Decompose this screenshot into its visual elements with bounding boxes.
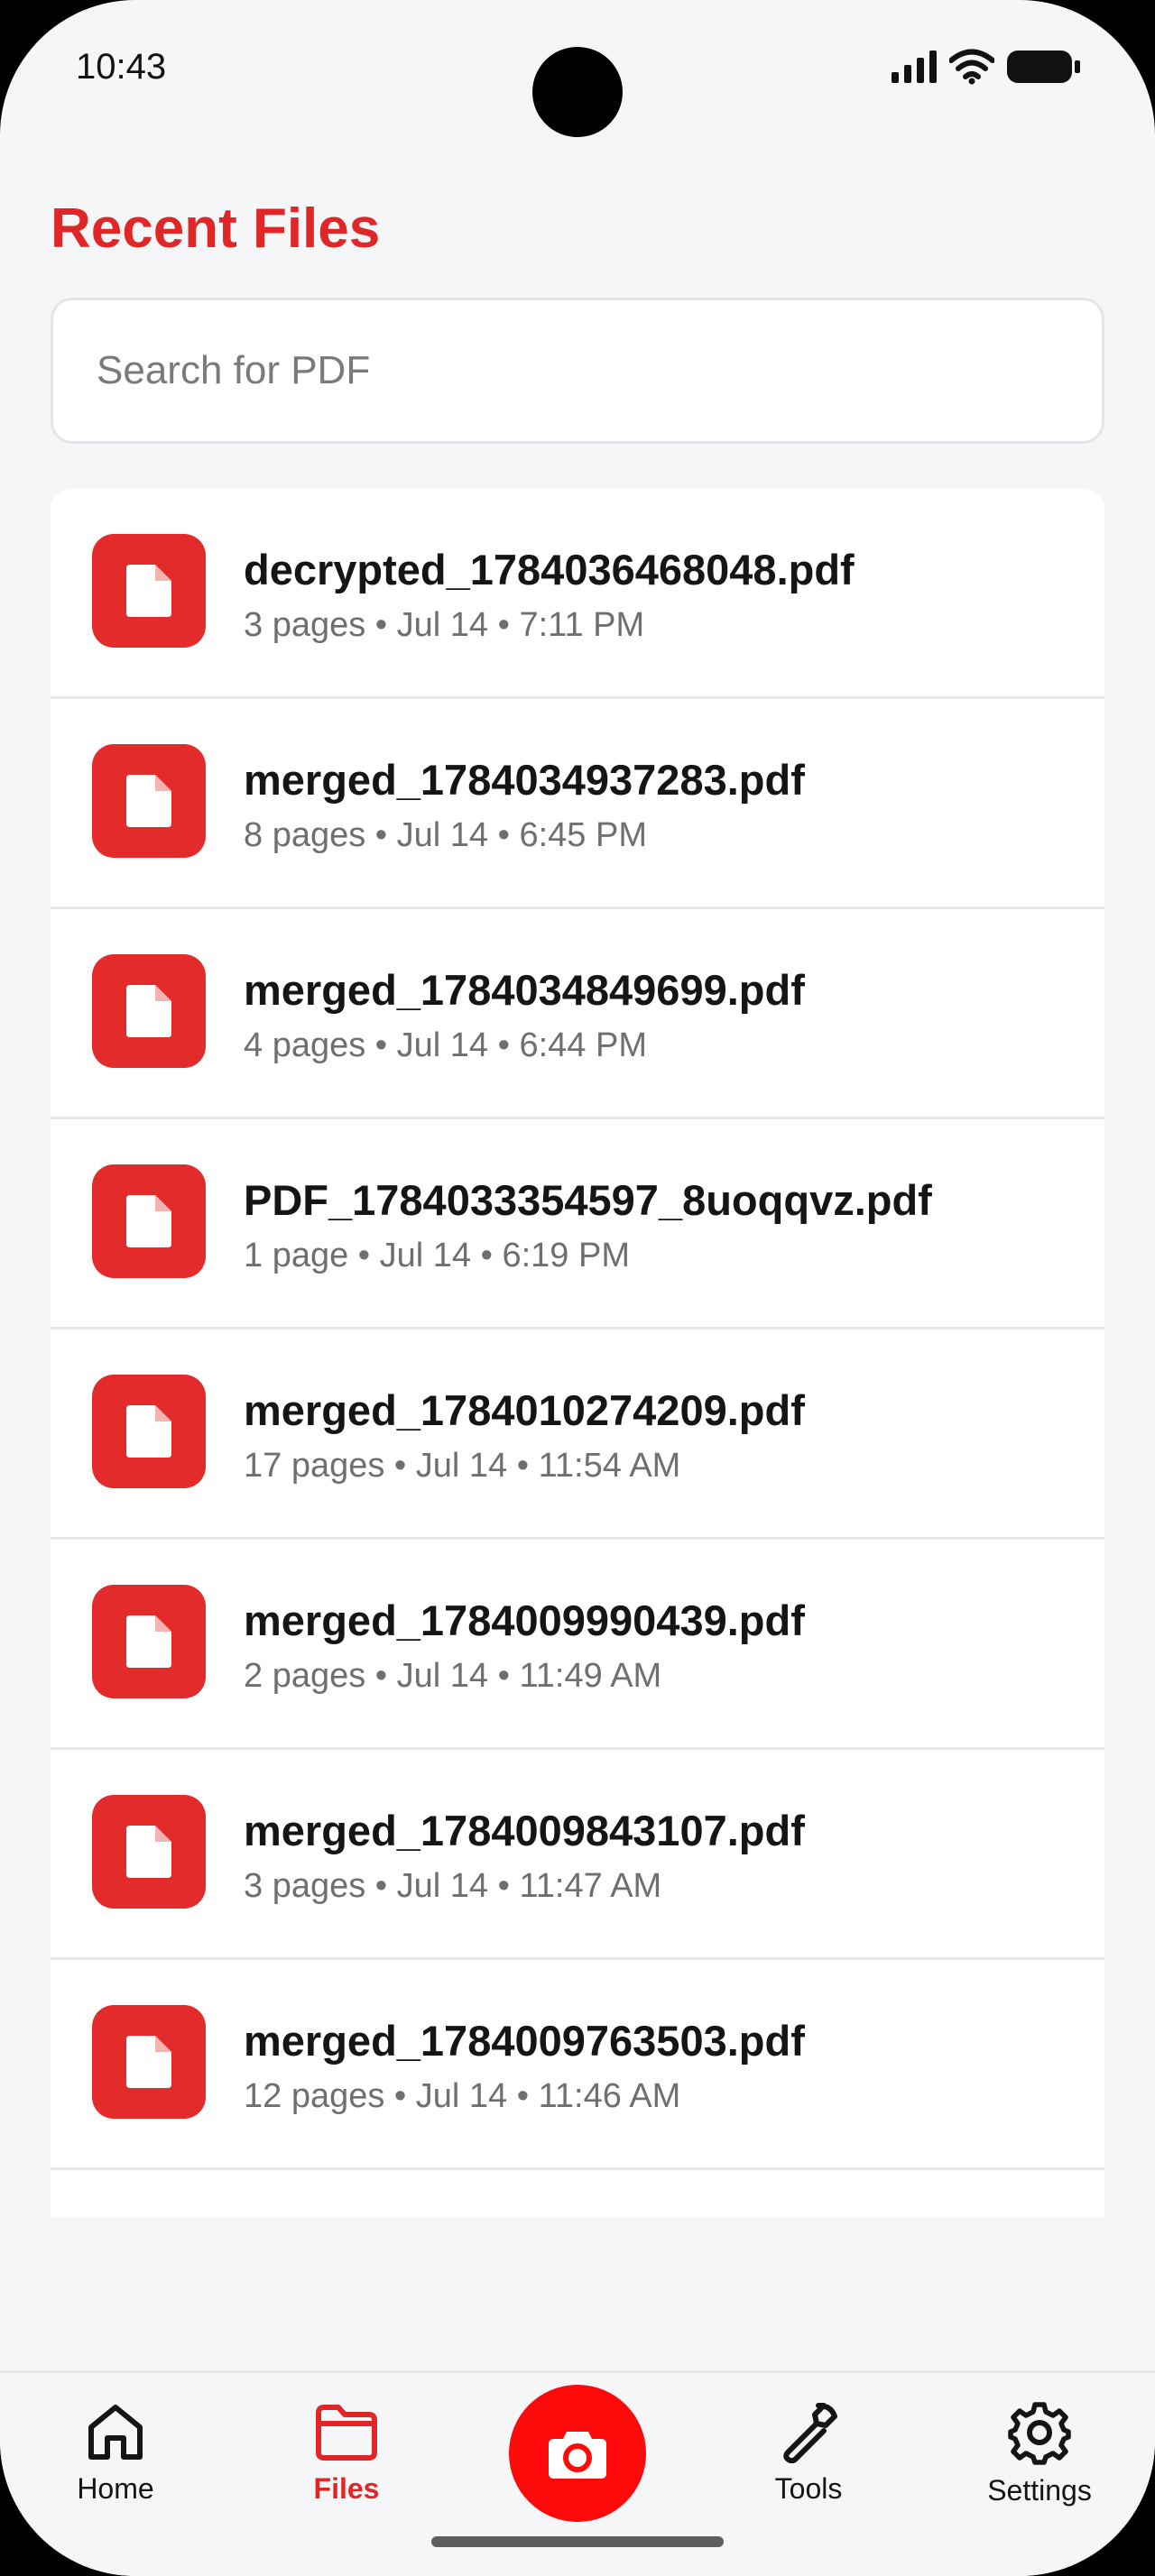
cell-signal-icon bbox=[892, 51, 937, 83]
file-meta: 1 page • Jul 14 • 6:19 PM bbox=[244, 1237, 630, 1274]
file-meta: 4 pages • Jul 14 • 6:44 PM bbox=[244, 1026, 647, 1064]
file-row[interactable]: merged_1784034937283.pdf 8 pages • Jul 14… bbox=[51, 699, 1104, 909]
status-time: 10:43 bbox=[76, 47, 167, 87]
document-icon bbox=[126, 2036, 171, 2088]
pdf-file-icon bbox=[92, 534, 206, 648]
status-icons bbox=[892, 49, 1081, 85]
nav-files-label: Files bbox=[313, 2472, 380, 2505]
file-meta: 3 pages • Jul 14 • 11:47 AM bbox=[244, 1867, 662, 1905]
file-row[interactable]: merged_1784009990439.pdf 2 pages • Jul 14… bbox=[51, 1540, 1104, 1750]
file-row[interactable]: merged_1784034849699.pdf 4 pages • Jul 14… bbox=[51, 909, 1104, 1119]
pdf-file-icon bbox=[92, 1585, 206, 1698]
file-meta: 2 pages • Jul 14 • 11:49 AM bbox=[244, 1657, 662, 1695]
file-meta: 12 pages • Jul 14 • 11:46 AM bbox=[244, 2077, 681, 2115]
document-icon bbox=[126, 1195, 171, 1247]
home-icon bbox=[88, 2405, 143, 2460]
home-indicator bbox=[431, 2536, 724, 2547]
wrench-icon bbox=[783, 2403, 837, 2463]
file-row[interactable]: merged_1784010274209.pdf 17 pages • Jul 1… bbox=[51, 1329, 1104, 1540]
wifi-icon bbox=[949, 49, 994, 85]
file-name: merged_1784034937283.pdf bbox=[244, 756, 805, 804]
nav-files[interactable]: Files bbox=[256, 2400, 437, 2506]
file-meta: 17 pages • Jul 14 • 11:54 AM bbox=[244, 1447, 681, 1485]
pdf-file-icon bbox=[92, 1164, 206, 1278]
nav-tools-label: Tools bbox=[774, 2472, 843, 2505]
pdf-file-icon bbox=[92, 1375, 206, 1488]
nav-home-label: Home bbox=[77, 2472, 154, 2505]
file-name: merged_1784034849699.pdf bbox=[244, 966, 805, 1014]
battery-icon bbox=[1007, 51, 1080, 83]
camera-scan-button[interactable] bbox=[509, 2385, 646, 2522]
camera-icon bbox=[549, 2432, 606, 2479]
pdf-file-icon bbox=[92, 954, 206, 1068]
document-icon bbox=[126, 565, 171, 617]
nav-home[interactable]: Home bbox=[25, 2400, 206, 2506]
pdf-file-icon bbox=[92, 1795, 206, 1909]
search-input[interactable] bbox=[53, 300, 1102, 441]
document-icon bbox=[126, 1826, 171, 1878]
document-icon bbox=[126, 775, 171, 827]
file-name: merged_1784009990439.pdf bbox=[244, 1596, 805, 1644]
file-name: merged_1784009763503.pdf bbox=[244, 2017, 805, 2065]
file-row[interactable]: merged_1784009763503.pdf 12 pages • Jul 1… bbox=[51, 1960, 1104, 2170]
file-meta: 8 pages • Jul 14 • 6:45 PM bbox=[244, 816, 647, 854]
file-row[interactable]: merged_1784009843107.pdf 3 pages • Jul 14… bbox=[51, 1750, 1104, 1960]
folder-icon bbox=[316, 2405, 377, 2461]
file-name: merged_1784009843107.pdf bbox=[244, 1807, 805, 1854]
pdf-file-icon bbox=[92, 744, 206, 858]
file-meta: 3 pages • Jul 14 • 7:11 PM bbox=[244, 606, 645, 644]
nav-tools[interactable]: Tools bbox=[718, 2400, 899, 2506]
nav-settings[interactable]: Settings bbox=[949, 2400, 1130, 2507]
document-icon bbox=[126, 985, 171, 1037]
document-icon bbox=[126, 1615, 171, 1668]
file-row[interactable]: decrypted_1784036468048.pdf 3 pages • Jul… bbox=[51, 489, 1104, 699]
phone-screen: 10:43 Recent Files decrypted_17840364680… bbox=[0, 0, 1155, 2576]
gear-icon bbox=[1008, 2402, 1071, 2465]
file-name: merged_1784010274209.pdf bbox=[244, 1386, 805, 1434]
file-name: decrypted_1784036468048.pdf bbox=[244, 546, 855, 593]
file-row[interactable]: PDF_1784033354597_8uoqqvz.pdf 1 page • Ju… bbox=[51, 1119, 1104, 1329]
search-box bbox=[51, 298, 1104, 444]
page-title: Recent Files bbox=[51, 198, 381, 260]
nav-settings-label: Settings bbox=[987, 2474, 1092, 2507]
pdf-file-icon bbox=[92, 2005, 206, 2119]
document-icon bbox=[126, 1405, 171, 1458]
front-camera-cutout bbox=[532, 47, 623, 137]
file-name: PDF_1784033354597_8uoqqvz.pdf bbox=[244, 1176, 932, 1224]
file-list: decrypted_1784036468048.pdf 3 pages • Jul… bbox=[51, 489, 1104, 2217]
